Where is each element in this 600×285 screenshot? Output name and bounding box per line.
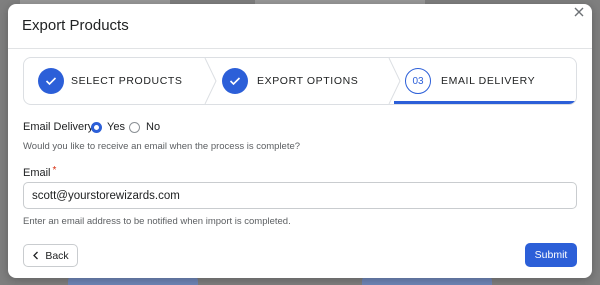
back-button[interactable]: Back <box>23 244 78 267</box>
check-icon <box>222 68 248 94</box>
radio-yes-label[interactable]: Yes <box>107 121 125 133</box>
modal-header: Export Products <box>8 4 592 49</box>
required-marker: * <box>52 165 57 176</box>
email-field[interactable] <box>23 182 577 209</box>
stepper: SELECT PRODUCTS EXPORT OPTIONS 03 EMAIL … <box>23 57 577 105</box>
chevron-left-icon <box>33 251 39 260</box>
step-export-options[interactable]: EXPORT OPTIONS <box>210 58 394 104</box>
step-label: EXPORT OPTIONS <box>257 75 359 87</box>
email-field-label: Email * <box>23 165 57 179</box>
export-products-modal: Export Products SELECT PRODUCTS EXPORT O… <box>8 4 592 278</box>
email-help: Enter an email address to be notified wh… <box>23 216 291 227</box>
step-label: SELECT PRODUCTS <box>71 75 183 87</box>
back-label: Back <box>45 249 69 262</box>
email-label-text: Email <box>23 167 51 179</box>
step-label: EMAIL DELIVERY <box>441 75 536 87</box>
step-number: 03 <box>405 68 431 94</box>
radio-yes[interactable] <box>91 122 102 133</box>
email-delivery-label: Email Delivery <box>23 121 94 133</box>
radio-no[interactable] <box>129 122 140 133</box>
email-delivery-help: Would you like to receive an email when … <box>23 141 301 152</box>
submit-button[interactable]: Submit <box>525 243 577 267</box>
active-step-indicator <box>394 101 576 104</box>
check-icon <box>38 68 64 94</box>
modal-title: Export Products <box>22 17 129 34</box>
radio-no-label[interactable]: No <box>146 121 160 133</box>
step-email-delivery[interactable]: 03 EMAIL DELIVERY <box>394 58 576 104</box>
step-select-products[interactable]: SELECT PRODUCTS <box>24 58 210 104</box>
